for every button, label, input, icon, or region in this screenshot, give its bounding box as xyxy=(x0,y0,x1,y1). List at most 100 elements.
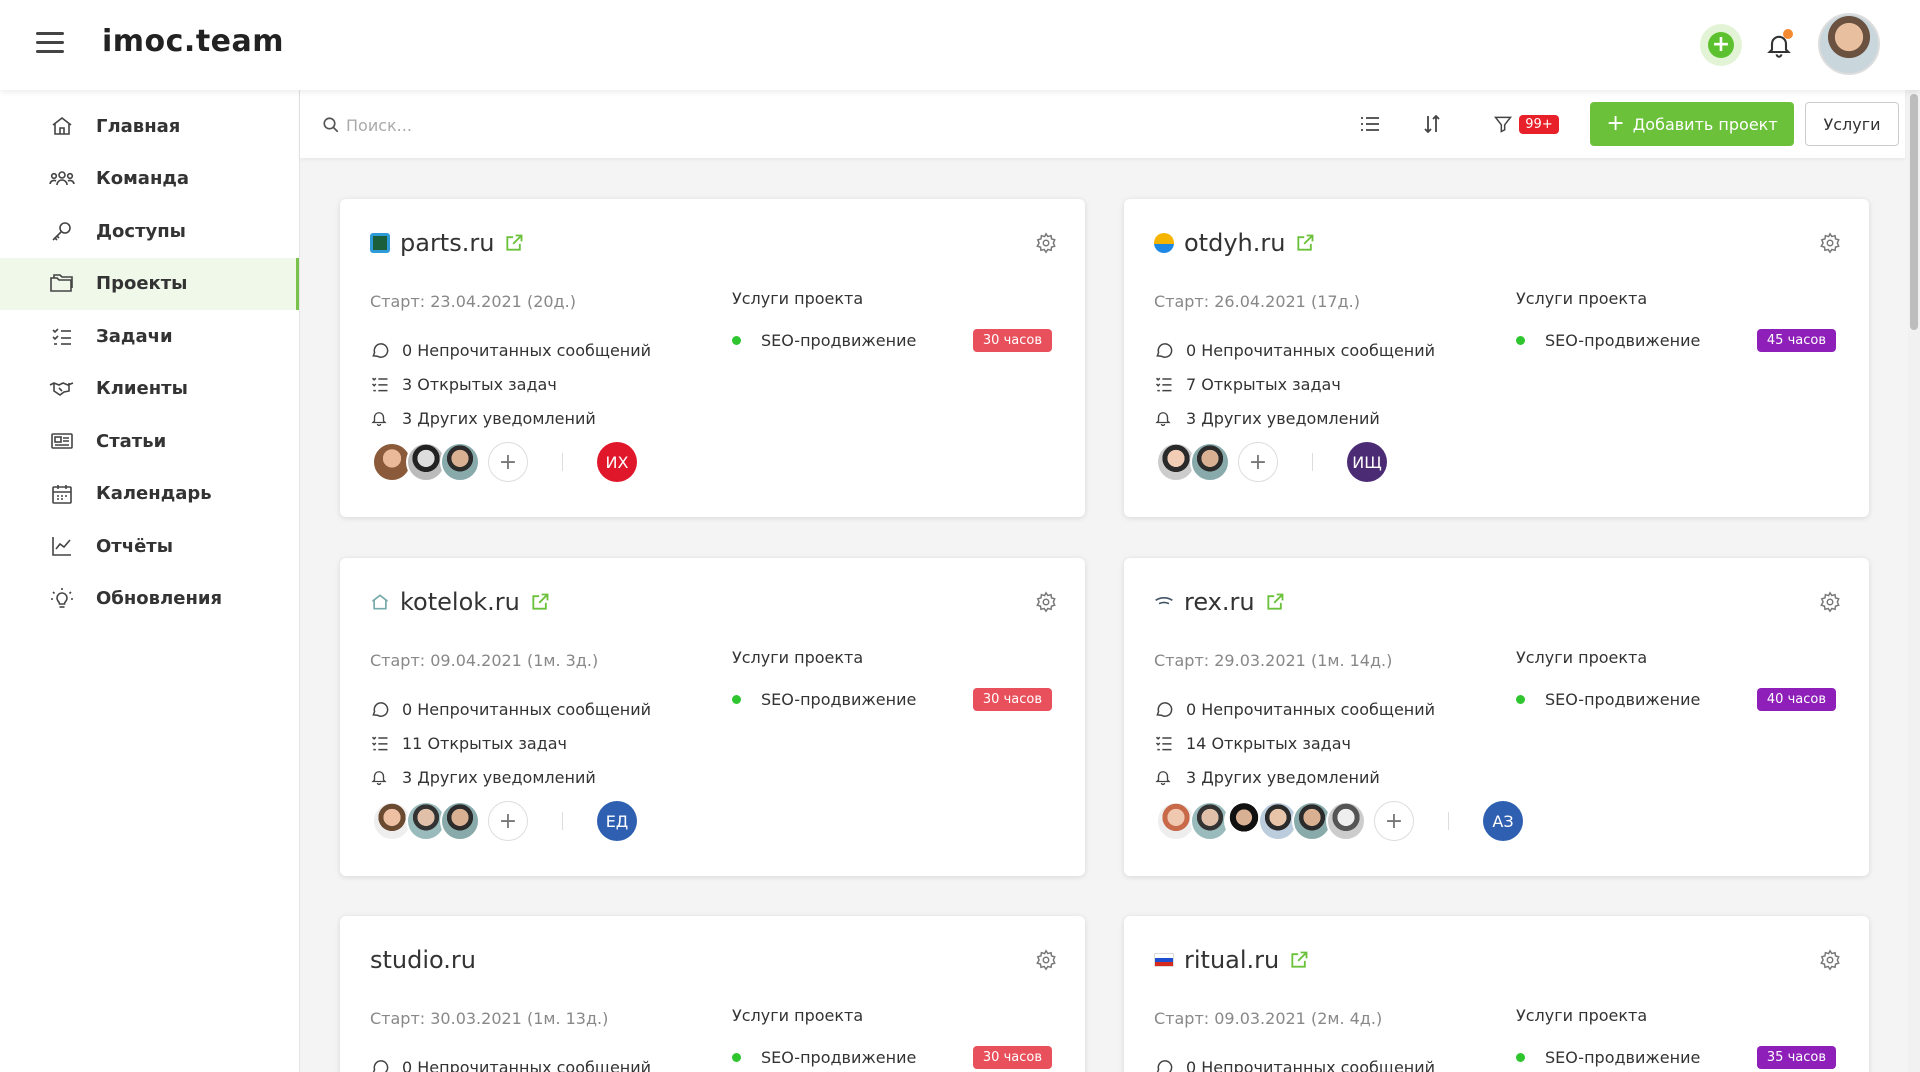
member-avatar[interactable] xyxy=(440,801,480,841)
other-notifications[interactable]: 3 Других уведомлений xyxy=(1154,401,1435,435)
sidebar-item-reports[interactable]: Отчёты xyxy=(0,520,299,573)
user-avatar[interactable] xyxy=(1818,13,1880,75)
external-link-icon[interactable] xyxy=(1289,950,1309,970)
member-avatar[interactable] xyxy=(440,442,480,482)
project-card: parts.ru Старт: 23.04.2021 (20д.) 0 Непр… xyxy=(340,199,1085,517)
add-member-button[interactable]: + xyxy=(488,801,528,841)
checklist-icon xyxy=(48,322,76,350)
stat-label: 3 Других уведомлений xyxy=(1186,767,1380,787)
house-icon xyxy=(370,592,390,612)
project-name[interactable]: otdyh.ru xyxy=(1184,229,1285,257)
sidebar-item-tasks[interactable]: Задачи xyxy=(0,310,299,363)
services-title: Услуги проекта xyxy=(732,289,864,308)
project-name[interactable]: studio.ru xyxy=(370,946,476,974)
lightbulb-icon xyxy=(48,585,76,613)
project-members: + ИХ xyxy=(372,441,637,483)
unread-messages[interactable]: 0 Непрочитанных сообщений xyxy=(370,1050,651,1072)
settings-gear-icon[interactable] xyxy=(1819,949,1841,971)
sidebar-item-updates[interactable]: Обновления xyxy=(0,573,299,626)
open-tasks[interactable]: 14 Открытых задач xyxy=(1154,726,1435,760)
manager-initials-avatar[interactable]: ИЩ xyxy=(1347,442,1387,482)
stat-label: 14 Открытых задач xyxy=(1186,733,1351,753)
calendar-icon xyxy=(48,480,76,508)
other-notifications[interactable]: 3 Других уведомлений xyxy=(370,760,651,794)
app-logo[interactable]: imoc.team xyxy=(102,24,284,59)
sidebar: Главная Команда Доступы Проекты Задачи К… xyxy=(0,90,300,1072)
add-project-button[interactable]: + Добавить проект xyxy=(1590,102,1794,146)
open-tasks[interactable]: 7 Открытых задач xyxy=(1154,367,1435,401)
sidebar-item-team[interactable]: Команда xyxy=(0,153,299,206)
key-icon xyxy=(48,217,76,245)
chat-icon xyxy=(370,699,390,719)
settings-gear-icon[interactable] xyxy=(1035,591,1057,613)
notifications-bell-icon[interactable] xyxy=(1765,29,1795,62)
search-icon xyxy=(322,116,340,134)
unread-messages[interactable]: 0 Непрочитанных сообщений xyxy=(370,692,651,726)
quick-add-button[interactable]: + xyxy=(1700,24,1742,66)
services-title: Услуги проекта xyxy=(732,648,864,667)
member-avatar[interactable] xyxy=(1326,801,1366,841)
sort-button[interactable] xyxy=(1412,102,1452,146)
external-link-icon[interactable] xyxy=(1295,233,1315,253)
add-member-button[interactable]: + xyxy=(1374,801,1414,841)
settings-gear-icon[interactable] xyxy=(1819,591,1841,613)
sort-icon xyxy=(1423,114,1441,134)
project-name[interactable]: ritual.ru xyxy=(1184,946,1279,974)
external-link-icon[interactable] xyxy=(504,233,524,253)
open-tasks[interactable]: 11 Открытых задач xyxy=(370,726,651,760)
settings-gear-icon[interactable] xyxy=(1819,232,1841,254)
sidebar-item-access[interactable]: Доступы xyxy=(0,205,299,258)
project-card: rex.ru Старт: 29.03.2021 (1м. 14д.) 0 Не… xyxy=(1124,558,1869,876)
sidebar-item-calendar[interactable]: Календарь xyxy=(0,468,299,521)
search-input[interactable] xyxy=(346,115,706,135)
stat-label: 0 Непрочитанных сообщений xyxy=(1186,699,1436,719)
list-view-button[interactable] xyxy=(1350,102,1390,146)
unread-messages[interactable]: 0 Непрочитанных сообщений xyxy=(1154,333,1435,367)
settings-gear-icon[interactable] xyxy=(1035,949,1057,971)
filter-button[interactable]: 99+ xyxy=(1478,102,1574,146)
project-name[interactable]: parts.ru xyxy=(400,229,494,257)
manager-initials-avatar[interactable]: ЕД xyxy=(597,801,637,841)
sidebar-item-label: Проекты xyxy=(96,273,188,295)
unread-messages[interactable]: 0 Непрочитанных сообщений xyxy=(370,333,651,367)
manager-initials-avatar[interactable]: АЗ xyxy=(1483,801,1523,841)
add-member-button[interactable]: + xyxy=(1238,442,1278,482)
member-avatar[interactable] xyxy=(1190,442,1230,482)
external-link-icon[interactable] xyxy=(530,592,550,612)
stat-label: 7 Открытых задач xyxy=(1186,374,1341,394)
stat-label: 0 Непрочитанных сообщений xyxy=(402,340,652,360)
service-row: SEO-продвижение 30 часов xyxy=(732,1046,1052,1069)
project-start-date: Старт: 30.03.2021 (1м. 13д.) xyxy=(370,1009,609,1028)
status-dot xyxy=(732,1053,741,1062)
services-title: Услуги проекта xyxy=(1516,289,1648,308)
notification-dot xyxy=(1783,29,1793,39)
unread-messages[interactable]: 0 Непрочитанных сообщений xyxy=(1154,1050,1435,1072)
sidebar-item-label: Доступы xyxy=(96,220,186,242)
sidebar-item-label: Задачи xyxy=(96,325,173,347)
settings-gear-icon[interactable] xyxy=(1035,232,1057,254)
service-name: SEO-продвижение xyxy=(761,331,917,350)
checklist-icon xyxy=(1154,374,1174,394)
other-notifications[interactable]: 3 Других уведомлений xyxy=(1154,760,1435,794)
sidebar-item-home[interactable]: Главная xyxy=(0,100,299,153)
sidebar-item-clients[interactable]: Клиенты xyxy=(0,363,299,416)
add-member-button[interactable]: + xyxy=(488,442,528,482)
external-link-icon[interactable] xyxy=(1265,592,1285,612)
project-name[interactable]: rex.ru xyxy=(1184,588,1255,616)
sidebar-item-articles[interactable]: Статьи xyxy=(0,415,299,468)
other-notifications[interactable]: 3 Других уведомлений xyxy=(370,401,651,435)
project-name[interactable]: kotelok.ru xyxy=(400,588,520,616)
services-button[interactable]: Услуги xyxy=(1805,102,1899,146)
stat-label: 3 Открытых задач xyxy=(402,374,557,394)
services-title: Услуги проекта xyxy=(732,1006,864,1025)
status-dot xyxy=(1516,695,1525,704)
open-tasks[interactable]: 3 Открытых задач xyxy=(370,367,651,401)
project-card: otdyh.ru Старт: 26.04.2021 (17д.) 0 Непр… xyxy=(1124,199,1869,517)
page-scrollbar[interactable] xyxy=(1908,90,1920,1072)
manager-initials-avatar[interactable]: ИХ xyxy=(597,442,637,482)
sidebar-item-projects[interactable]: Проекты xyxy=(0,257,299,310)
project-members: + ИЩ xyxy=(1156,441,1387,483)
unread-messages[interactable]: 0 Непрочитанных сообщений xyxy=(1154,692,1435,726)
menu-icon[interactable] xyxy=(36,32,64,56)
scrollbar-thumb[interactable] xyxy=(1910,94,1918,330)
